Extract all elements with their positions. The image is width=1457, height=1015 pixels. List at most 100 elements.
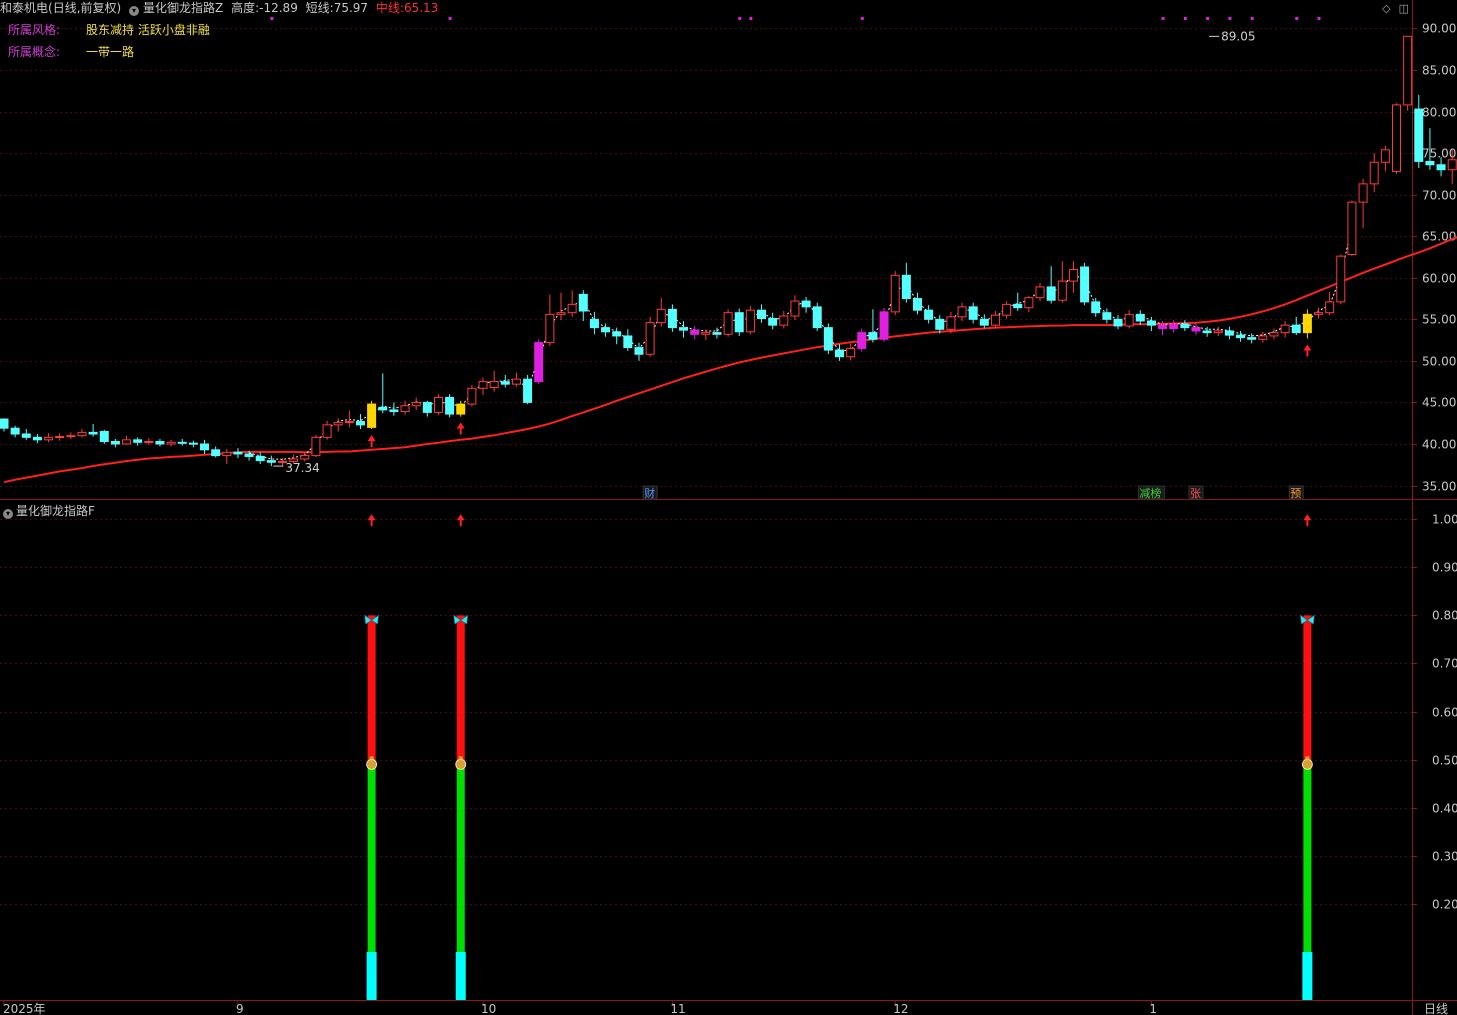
candle-body <box>823 327 833 351</box>
window-restore-icon[interactable]: ◫ <box>1399 2 1409 15</box>
candle-body <box>99 431 109 442</box>
stock-name[interactable]: 和泰机电 <box>0 1 48 15</box>
candle-body <box>355 421 365 426</box>
candle-body <box>745 309 755 333</box>
window-tools: ◇ ◫ <box>1374 2 1409 15</box>
candle-body <box>1314 312 1324 315</box>
sub-y-tick-label: 0.30 <box>1432 850 1457 864</box>
diamond-icon[interactable]: ◇ <box>1382 2 1390 15</box>
candle-body <box>1347 201 1357 256</box>
candle-body <box>10 427 20 435</box>
candle-body <box>244 453 254 457</box>
event-tag-label: 财 <box>644 486 655 500</box>
main-y-tick-label: 40.00 <box>1422 438 1456 452</box>
up-arrow-icon <box>456 422 465 435</box>
main-y-tick-label: 85.00 <box>1422 64 1456 78</box>
period-button: 日线 <box>1424 1002 1448 1015</box>
candle-body <box>55 436 65 439</box>
candle-body <box>757 309 767 319</box>
candle-body <box>21 433 31 438</box>
candle-body <box>1180 323 1190 329</box>
main-y-tick-label: 70.00 <box>1422 189 1456 203</box>
sub-y-tick-label: 0.70 <box>1432 657 1457 671</box>
candle-body <box>578 293 588 312</box>
main-y-tick-label: 75.00 <box>1422 147 1456 161</box>
chevron-down-icon[interactable]: ▾ <box>129 6 140 16</box>
sub-y-tick-label: 1.00 <box>1432 513 1457 527</box>
candle-body <box>445 396 455 415</box>
candle-body <box>177 441 187 444</box>
style-label: 所属风格: <box>8 23 61 37</box>
candle-body <box>912 298 922 311</box>
candle-body <box>1269 332 1279 337</box>
candle-body <box>1113 318 1123 327</box>
candle-body <box>400 405 410 413</box>
green-signal-bar <box>1303 759 1312 952</box>
price-annotation: 89.05 <box>1221 29 1255 43</box>
candle-body <box>690 329 700 335</box>
candle-body <box>567 303 577 314</box>
candle-body <box>1247 337 1257 340</box>
candle-body <box>378 406 388 411</box>
x-tick-label: 1 <box>1149 1002 1157 1015</box>
candle-body <box>979 318 989 326</box>
style-row: 所属风格: 股东减持 活跃小盘非融 <box>8 21 210 38</box>
main-y-tick-label: 35.00 <box>1422 480 1456 494</box>
candle-body <box>1146 320 1156 326</box>
candle-body <box>1380 149 1390 163</box>
main-y-tick-label: 50.00 <box>1422 355 1456 369</box>
candle-body <box>467 387 477 405</box>
sub-y-tick-label: 0.60 <box>1432 706 1457 720</box>
candle-body <box>433 396 443 413</box>
main-y-tick-label: 80.00 <box>1422 106 1456 120</box>
candle-body <box>300 455 310 460</box>
candle-body <box>957 306 967 318</box>
candle-body <box>1425 160 1435 166</box>
candle-body <box>1436 164 1446 171</box>
candle-body <box>1236 334 1246 339</box>
candle-body <box>333 421 343 426</box>
candle-body <box>1213 330 1223 334</box>
main-y-tick-label: 55.00 <box>1422 313 1456 327</box>
money-bag-knot <box>1305 756 1310 760</box>
candle-body <box>122 439 132 445</box>
candle-body <box>1091 301 1101 314</box>
top-marker <box>738 17 742 20</box>
x-tick-label: 2025年 <box>3 1002 46 1015</box>
indicator-name[interactable]: 量化御龙指路Z <box>143 1 223 15</box>
money-bag-knot <box>369 756 374 760</box>
x-tick-label: 11 <box>670 1002 685 1015</box>
main-y-tick-label: 45.00 <box>1422 396 1456 410</box>
candle-body <box>1024 297 1034 309</box>
green-signal-bar <box>367 759 376 952</box>
top-marker <box>1295 17 1299 20</box>
candle-body <box>634 347 644 355</box>
main-y-tick-label: 90.00 <box>1422 22 1456 36</box>
candle-body <box>868 332 878 340</box>
sub-indicator-title[interactable]: 量化御龙指路F <box>16 504 95 518</box>
candle-body <box>589 318 599 329</box>
candle-body <box>77 431 87 437</box>
candle-body <box>411 401 421 407</box>
money-bag-knot <box>458 756 463 760</box>
candle-body <box>1135 313 1145 322</box>
chart-canvas: 90.00 85.00 80.00 75.00 70.00 65.00 60.00 55.00… <box>0 0 1457 1015</box>
candle-body <box>311 436 321 457</box>
candle-body <box>667 308 677 329</box>
concept-row: 所属概念: 一带一路 <box>8 43 134 60</box>
candle-body <box>1169 323 1179 329</box>
cyan-signal-bar <box>366 951 377 1000</box>
candle-body <box>200 443 210 451</box>
candle-body <box>879 311 889 340</box>
sub-indicator-header: ▾ 量化御龙指路F <box>3 502 95 519</box>
cyan-signal-bar <box>455 951 466 1000</box>
event-tag-label: 减榜 <box>1139 486 1161 500</box>
candle-body <box>556 312 566 315</box>
top-marker <box>1228 17 1232 20</box>
candle-body <box>1102 312 1112 320</box>
candle-body <box>946 316 956 330</box>
red-signal-bar <box>1303 615 1312 760</box>
candle-body <box>344 421 354 424</box>
chevron-down-icon[interactable]: ▾ <box>3 509 13 519</box>
candle-body <box>901 274 911 300</box>
